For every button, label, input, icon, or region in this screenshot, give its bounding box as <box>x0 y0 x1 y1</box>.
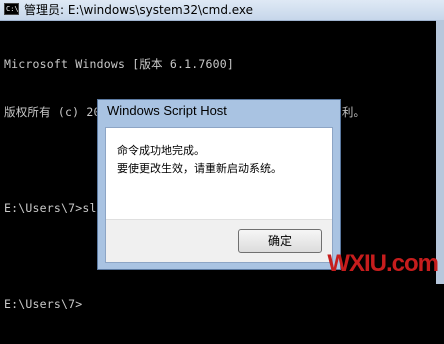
dialog-title: Windows Script Host <box>107 103 227 118</box>
console-line: Microsoft Windows [版本 6.1.7600] <box>4 57 234 71</box>
console-prompt: E:\Users\7> <box>4 297 83 311</box>
cmd-icon: C:\ <box>4 3 19 15</box>
title-bar[interactable]: C:\ 管理员: E:\windows\system32\cmd.exe <box>0 0 444 21</box>
watermark-logo: WXIU.com <box>327 250 439 277</box>
script-host-dialog: Windows Script Host 命令成功地完成。 要使更改生效，请重新启… <box>97 99 341 270</box>
ok-button[interactable]: 确定 <box>238 229 322 253</box>
dialog-message-line1: 命令成功地完成。 <box>117 144 205 157</box>
dialog-footer: 确定 <box>106 219 332 262</box>
dialog-message-line2: 要使更改生效，请重新启动系统。 <box>117 162 282 175</box>
dialog-body: 命令成功地完成。 要使更改生效，请重新启动系统。 确定 <box>105 127 333 263</box>
window-title: 管理员: E:\windows\system32\cmd.exe <box>24 3 254 17</box>
cmd-window: C:\ 管理员: E:\windows\system32\cmd.exe Mic… <box>0 0 444 311</box>
window-right-border <box>436 20 444 284</box>
